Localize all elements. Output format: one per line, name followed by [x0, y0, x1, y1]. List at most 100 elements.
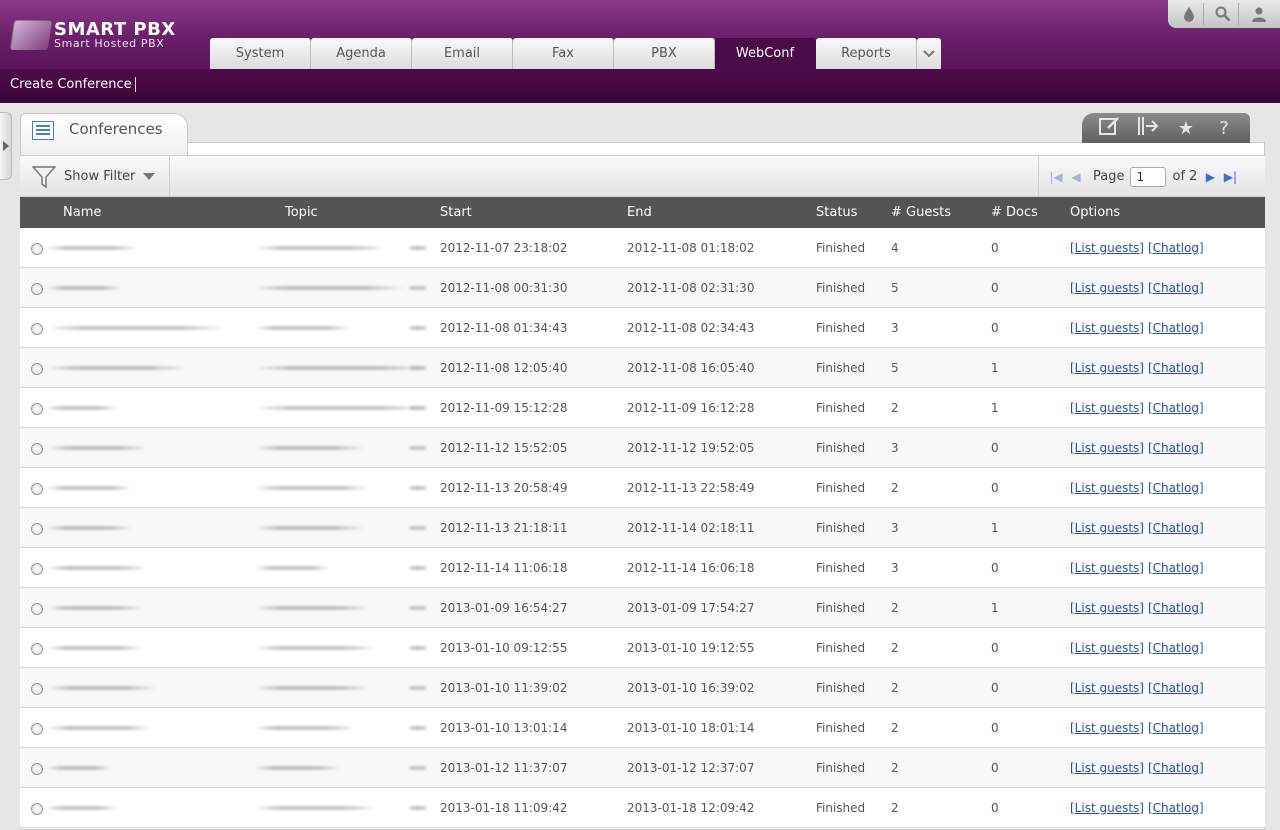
chatlog-link[interactable]: [Chatlog]: [1148, 401, 1204, 415]
panel-tab-conferences[interactable]: Conferences: [20, 113, 188, 155]
chatlog-link[interactable]: [Chatlog]: [1148, 441, 1204, 455]
tab-fax[interactable]: Fax: [513, 38, 614, 69]
chatlog-link[interactable]: [Chatlog]: [1148, 681, 1204, 695]
list-guests-link[interactable]: [List guests]: [1070, 681, 1144, 695]
chatlog-link[interactable]: [Chatlog]: [1148, 721, 1204, 735]
page-number-input[interactable]: [1130, 166, 1167, 187]
redacted-name: [47, 566, 147, 570]
col-guests[interactable]: # Guests: [891, 205, 951, 220]
star-icon[interactable]: ★: [1174, 118, 1198, 139]
col-docs[interactable]: # Docs: [991, 205, 1038, 220]
table-row[interactable]: 2013-01-09 16:54:27 2013-01-09 17:54:27 Fi…: [20, 588, 1265, 628]
table-row[interactable]: 2012-11-08 01:34:43 2012-11-08 02:34:43 Fi…: [20, 308, 1265, 348]
tab-webconf[interactable]: WebConf: [715, 38, 816, 69]
first-page-icon[interactable]: |◀: [1049, 170, 1063, 184]
search-icon[interactable]: [1209, 3, 1239, 25]
row-select-radio[interactable]: [31, 403, 43, 415]
sidebar-toggle[interactable]: [0, 112, 12, 180]
list-guests-link[interactable]: [List guests]: [1070, 441, 1144, 455]
list-guests-link[interactable]: [List guests]: [1070, 401, 1144, 415]
col-name[interactable]: Name: [63, 205, 101, 220]
list-guests-link[interactable]: [List guests]: [1070, 761, 1144, 775]
tab-reports[interactable]: Reports: [816, 38, 917, 69]
table-row[interactable]: 2013-01-12 11:37:07 2013-01-12 12:37:07 Fi…: [20, 748, 1265, 788]
cell-options: [List guests] [Chatlog]: [1070, 801, 1208, 815]
row-select-radio[interactable]: [31, 723, 43, 735]
list-guests-link[interactable]: [List guests]: [1070, 241, 1144, 255]
tab-system[interactable]: System: [210, 38, 311, 69]
cell-guests: 2: [891, 681, 899, 695]
table-row[interactable]: 2012-11-12 15:52:05 2012-11-12 19:52:05 Fi…: [20, 428, 1265, 468]
chatlog-link[interactable]: [Chatlog]: [1148, 521, 1204, 535]
row-select-radio[interactable]: [31, 243, 43, 255]
list-guests-link[interactable]: [List guests]: [1070, 721, 1144, 735]
table-row[interactable]: 2012-11-14 11:06:18 2012-11-14 16:06:18 Fi…: [20, 548, 1265, 588]
table-row[interactable]: 2012-11-13 20:58:49 2012-11-13 22:58:49 Fi…: [20, 468, 1265, 508]
chatlog-link[interactable]: [Chatlog]: [1148, 601, 1204, 615]
show-filter-button[interactable]: Show Filter: [20, 156, 170, 197]
col-end[interactable]: End: [627, 205, 652, 220]
row-select-radio[interactable]: [31, 603, 43, 615]
chatlog-link[interactable]: [Chatlog]: [1148, 481, 1204, 495]
help-icon[interactable]: ?: [1212, 118, 1236, 139]
row-select-radio[interactable]: [31, 283, 43, 295]
chatlog-link[interactable]: [Chatlog]: [1148, 801, 1204, 815]
row-select-radio[interactable]: [31, 563, 43, 575]
row-select-radio[interactable]: [31, 483, 43, 495]
row-select-radio[interactable]: [31, 443, 43, 455]
cell-end: 2013-01-18 12:09:42: [627, 801, 755, 815]
create-conference-link[interactable]: Create Conference: [10, 77, 136, 92]
table-row[interactable]: 2012-11-08 12:05:40 2012-11-08 16:05:40 Fi…: [20, 348, 1265, 388]
col-topic[interactable]: Topic: [285, 205, 318, 220]
panel-toolbar: ★ ?: [1082, 113, 1250, 143]
chatlog-link[interactable]: [Chatlog]: [1148, 281, 1204, 295]
cell-options: [List guests] [Chatlog]: [1070, 321, 1208, 335]
cell-end: 2013-01-12 12:37:07: [627, 761, 755, 775]
export-icon[interactable]: [1136, 116, 1160, 141]
col-start[interactable]: Start: [440, 205, 472, 220]
list-guests-link[interactable]: [List guests]: [1070, 481, 1144, 495]
row-select-radio[interactable]: [31, 763, 43, 775]
list-guests-link[interactable]: [List guests]: [1070, 801, 1144, 815]
table-row[interactable]: 2012-11-07 23:18:02 2012-11-08 01:18:02 Fi…: [20, 228, 1265, 268]
drop-icon[interactable]: [1174, 3, 1205, 25]
row-select-radio[interactable]: [31, 323, 43, 335]
chatlog-link[interactable]: [Chatlog]: [1148, 761, 1204, 775]
chatlog-link[interactable]: [Chatlog]: [1148, 361, 1204, 375]
row-select-radio[interactable]: [31, 803, 43, 815]
list-guests-link[interactable]: [List guests]: [1070, 521, 1144, 535]
tab-email[interactable]: Email: [412, 38, 513, 69]
cell-end: 2013-01-10 19:12:55: [627, 641, 755, 655]
more-tabs-button[interactable]: [917, 38, 941, 69]
prev-page-icon[interactable]: ◀: [1069, 170, 1083, 184]
list-guests-link[interactable]: [List guests]: [1070, 641, 1144, 655]
row-select-radio[interactable]: [31, 683, 43, 695]
list-guests-link[interactable]: [List guests]: [1070, 281, 1144, 295]
next-page-icon[interactable]: ▶: [1203, 170, 1217, 184]
redacted-topic-end: [408, 726, 428, 730]
table-row[interactable]: 2013-01-10 13:01:14 2013-01-10 18:01:14 Fi…: [20, 708, 1265, 748]
tab-pbx[interactable]: PBX: [614, 38, 715, 69]
list-guests-link[interactable]: [List guests]: [1070, 321, 1144, 335]
chatlog-link[interactable]: [Chatlog]: [1148, 641, 1204, 655]
list-guests-link[interactable]: [List guests]: [1070, 361, 1144, 375]
list-guests-link[interactable]: [List guests]: [1070, 601, 1144, 615]
row-select-radio[interactable]: [31, 523, 43, 535]
row-select-radio[interactable]: [31, 363, 43, 375]
tab-agenda[interactable]: Agenda: [311, 38, 412, 69]
table-row[interactable]: 2013-01-10 09:12:55 2013-01-10 19:12:55 Fi…: [20, 628, 1265, 668]
chatlog-link[interactable]: [Chatlog]: [1148, 241, 1204, 255]
user-icon[interactable]: [1244, 3, 1274, 25]
table-row[interactable]: 2012-11-09 15:12:28 2012-11-09 16:12:28 Fi…: [20, 388, 1265, 428]
last-page-icon[interactable]: ▶|: [1223, 170, 1237, 184]
edit-icon[interactable]: [1098, 116, 1122, 141]
table-row[interactable]: 2013-01-18 11:09:42 2013-01-18 12:09:42 Fi…: [20, 788, 1265, 828]
table-row[interactable]: 2013-01-10 11:39:02 2013-01-10 16:39:02 Fi…: [20, 668, 1265, 708]
chatlog-link[interactable]: [Chatlog]: [1148, 321, 1204, 335]
chatlog-link[interactable]: [Chatlog]: [1148, 561, 1204, 575]
list-guests-link[interactable]: [List guests]: [1070, 561, 1144, 575]
table-row[interactable]: 2012-11-13 21:18:11 2012-11-14 02:18:11 Fi…: [20, 508, 1265, 548]
table-row[interactable]: 2012-11-08 00:31:30 2012-11-08 02:31:30 Fi…: [20, 268, 1265, 308]
col-status[interactable]: Status: [816, 205, 857, 220]
row-select-radio[interactable]: [31, 643, 43, 655]
